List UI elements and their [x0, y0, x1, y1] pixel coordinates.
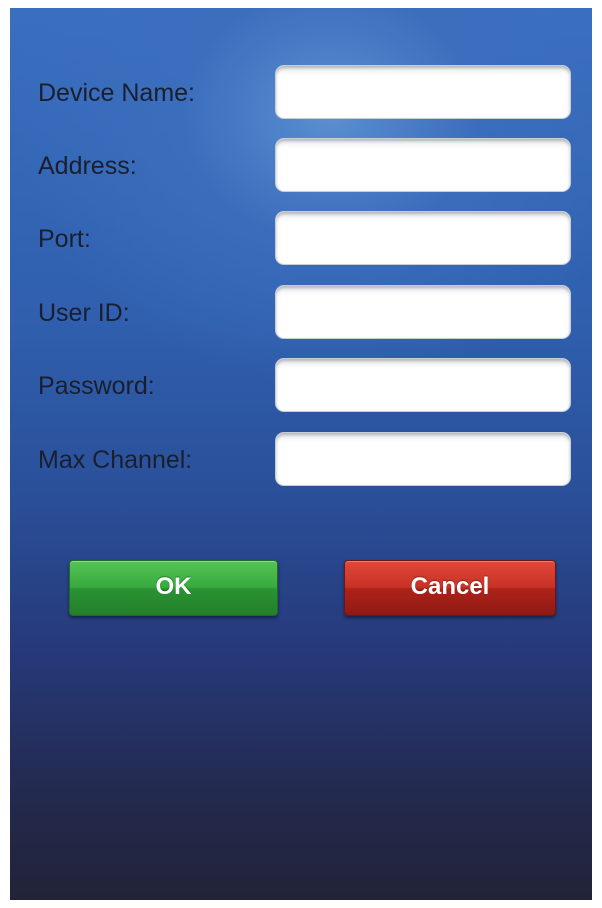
port-row: Port:: [10, 211, 592, 267]
port-field[interactable]: [275, 211, 571, 265]
device-name-row: Device Name:: [10, 65, 592, 121]
password-label: Password:: [38, 372, 155, 400]
password-field[interactable]: [275, 358, 571, 412]
user-id-label: User ID:: [38, 299, 130, 327]
device-settings-screen: Device Name: Address: Port: User ID: Pas…: [10, 8, 592, 900]
user-id-field[interactable]: [275, 285, 571, 339]
ok-button[interactable]: OK: [69, 560, 278, 616]
max-channel-row: Max Channel:: [10, 432, 592, 488]
password-row: Password:: [10, 358, 592, 414]
max-channel-label: Max Channel:: [38, 446, 193, 474]
user-id-row: User ID:: [10, 285, 592, 341]
max-channel-field[interactable]: [275, 432, 571, 486]
address-field[interactable]: [275, 138, 571, 192]
device-name-label: Device Name:: [38, 79, 195, 107]
device-name-field[interactable]: [275, 65, 571, 119]
address-label: Address:: [38, 152, 137, 180]
address-row: Address:: [10, 138, 592, 194]
cancel-button[interactable]: Cancel: [344, 560, 556, 616]
port-label: Port:: [38, 225, 91, 253]
